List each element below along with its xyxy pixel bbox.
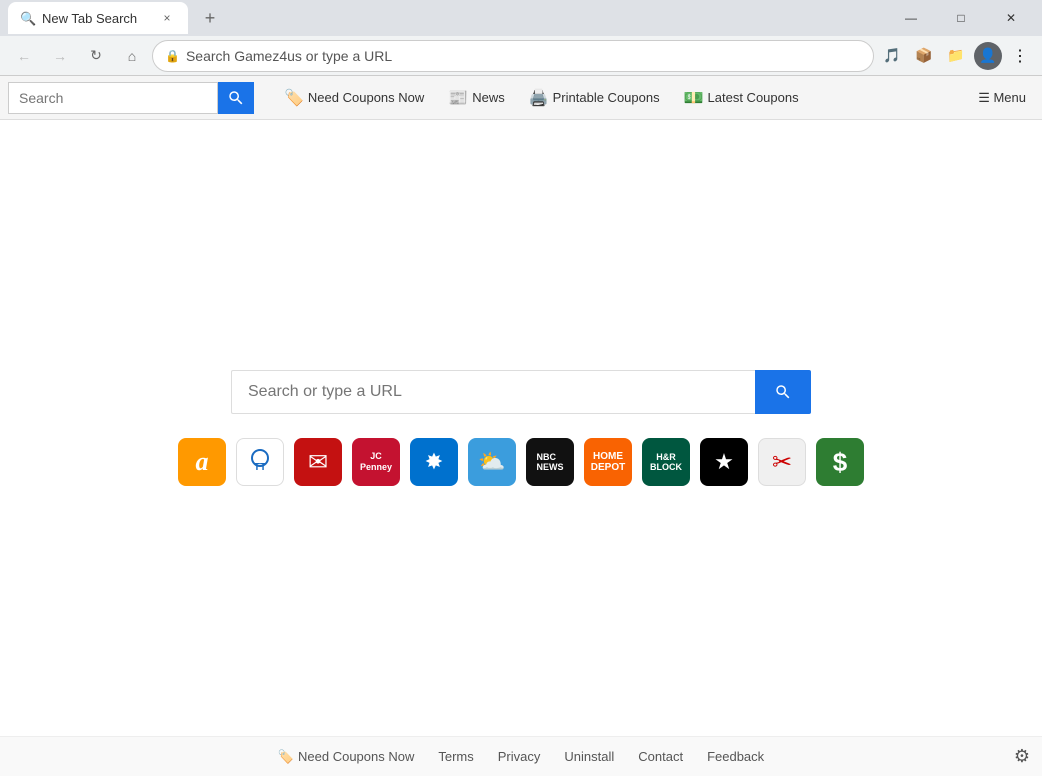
- toolbar-need-coupons-link[interactable]: 🏷️ Need Coupons Now: [276, 84, 432, 112]
- forward-button[interactable]: →: [44, 40, 76, 72]
- footer-coupons-icon: 🏷️: [278, 749, 294, 765]
- footer-privacy-label: Privacy: [498, 749, 541, 764]
- toolbar-printable-coupons-link[interactable]: 🖨️ Printable Coupons: [521, 84, 668, 112]
- quick-link-protonmail[interactable]: ✉: [294, 438, 342, 486]
- latest-coupons-icon: 💵: [684, 88, 704, 108]
- need-coupons-label: Need Coupons Now: [308, 90, 424, 105]
- quick-link-walmart[interactable]: ✸: [410, 438, 458, 486]
- page-toolbar: 🏷️ Need Coupons Now 📰 News 🖨️ Printable …: [0, 76, 1042, 120]
- footer-contact-label: Contact: [638, 749, 683, 764]
- profile-icon[interactable]: 👤: [974, 42, 1002, 70]
- home-button[interactable]: ⌂: [116, 40, 148, 72]
- tab-close-button[interactable]: ×: [158, 9, 176, 27]
- printable-coupons-icon: 🖨️: [529, 88, 549, 108]
- printable-coupons-label: Printable Coupons: [553, 90, 660, 105]
- latest-coupons-label: Latest Coupons: [708, 90, 799, 105]
- quick-link-macys[interactable]: ★: [700, 438, 748, 486]
- extension-package-icon[interactable]: 📦: [910, 42, 938, 70]
- toolbar-search-icon: [227, 89, 245, 107]
- active-tab[interactable]: 🔍 New Tab Search ×: [8, 2, 188, 34]
- extension-icons: 🎵 📦 📁 👤 ⋮: [878, 42, 1034, 70]
- toolbar-latest-coupons-link[interactable]: 💵 Latest Coupons: [676, 84, 807, 112]
- toolbar-search-button[interactable]: [218, 82, 254, 114]
- quick-link-weather[interactable]: ⛅: [468, 438, 516, 486]
- need-coupons-icon: 🏷️: [284, 88, 304, 108]
- maximize-button[interactable]: □: [938, 0, 984, 36]
- toolbar-search-wrap: [8, 82, 268, 114]
- footer-terms-link[interactable]: Terms: [438, 749, 473, 764]
- close-button[interactable]: ✕: [988, 0, 1034, 36]
- search-section: a TT ✉ JCPenney ✸: [178, 370, 864, 486]
- back-button[interactable]: ←: [8, 40, 40, 72]
- browser-menu-icon[interactable]: ⋮: [1006, 42, 1034, 70]
- toolbar-search-input[interactable]: [8, 82, 218, 114]
- navigation-bar: ← → ↻ ⌂ 🔒 Search Gamez4us or type a URL …: [0, 36, 1042, 76]
- main-search-wrap: [231, 370, 811, 414]
- footer-privacy-link[interactable]: Privacy: [498, 749, 541, 764]
- tab-title: New Tab Search: [42, 11, 150, 26]
- footer-terms-label: Terms: [438, 749, 473, 764]
- address-bar[interactable]: 🔒 Search Gamez4us or type a URL: [152, 40, 874, 72]
- footer-uninstall-label: Uninstall: [564, 749, 614, 764]
- footer-need-coupons-label: Need Coupons Now: [298, 749, 414, 764]
- title-bar: 🔍 New Tab Search × + — □ ✕: [0, 0, 1042, 36]
- quick-link-hrblock[interactable]: H&RBLOCK: [642, 438, 690, 486]
- quick-link-amazon[interactable]: a: [178, 438, 226, 486]
- toolbar-news-link[interactable]: 📰 News: [440, 84, 512, 112]
- quick-link-dollar[interactable]: $: [816, 438, 864, 486]
- footer-need-coupons-link[interactable]: 🏷️ Need Coupons Now: [278, 749, 415, 765]
- quick-link-news[interactable]: NBCNEWS: [526, 438, 574, 486]
- news-label: News: [472, 90, 505, 105]
- footer-settings-icon[interactable]: ⚙: [1014, 746, 1030, 767]
- footer-feedback-label: Feedback: [707, 749, 764, 764]
- new-tab-button[interactable]: +: [196, 4, 224, 32]
- quick-link-homedepot[interactable]: HOMEDEPOT: [584, 438, 632, 486]
- lock-icon: 🔒: [165, 49, 180, 63]
- extension-folder-icon[interactable]: 📁: [942, 42, 970, 70]
- address-text: Search Gamez4us or type a URL: [186, 48, 861, 64]
- main-search-button[interactable]: [755, 370, 811, 414]
- footer-contact-link[interactable]: Contact: [638, 749, 683, 764]
- reload-button[interactable]: ↻: [80, 40, 112, 72]
- window-controls: — □ ✕: [888, 0, 1034, 36]
- footer-uninstall-link[interactable]: Uninstall: [564, 749, 614, 764]
- quick-link-turbotax[interactable]: TT: [236, 438, 284, 486]
- main-search-input[interactable]: [231, 370, 755, 414]
- quick-link-jcpenney[interactable]: JCPenney: [352, 438, 400, 486]
- footer: 🏷️ Need Coupons Now Terms Privacy Uninst…: [0, 736, 1042, 776]
- turbotax-icon: TT: [242, 444, 278, 480]
- main-search-icon: [774, 383, 792, 401]
- extension-music-icon[interactable]: 🎵: [878, 42, 906, 70]
- browser-chrome: 🔍 New Tab Search × + — □ ✕ ← → ↻ ⌂ 🔒 Sea…: [0, 0, 1042, 76]
- footer-feedback-link[interactable]: Feedback: [707, 749, 764, 764]
- tab-favicon: 🔍: [20, 11, 34, 25]
- news-icon: 📰: [448, 88, 468, 108]
- quick-links: a TT ✉ JCPenney ✸: [178, 438, 864, 486]
- minimize-button[interactable]: —: [888, 0, 934, 36]
- quick-link-scissors[interactable]: ✂: [758, 438, 806, 486]
- toolbar-menu-button[interactable]: ☰ Menu: [970, 86, 1034, 110]
- main-content: a TT ✉ JCPenney ✸: [0, 120, 1042, 736]
